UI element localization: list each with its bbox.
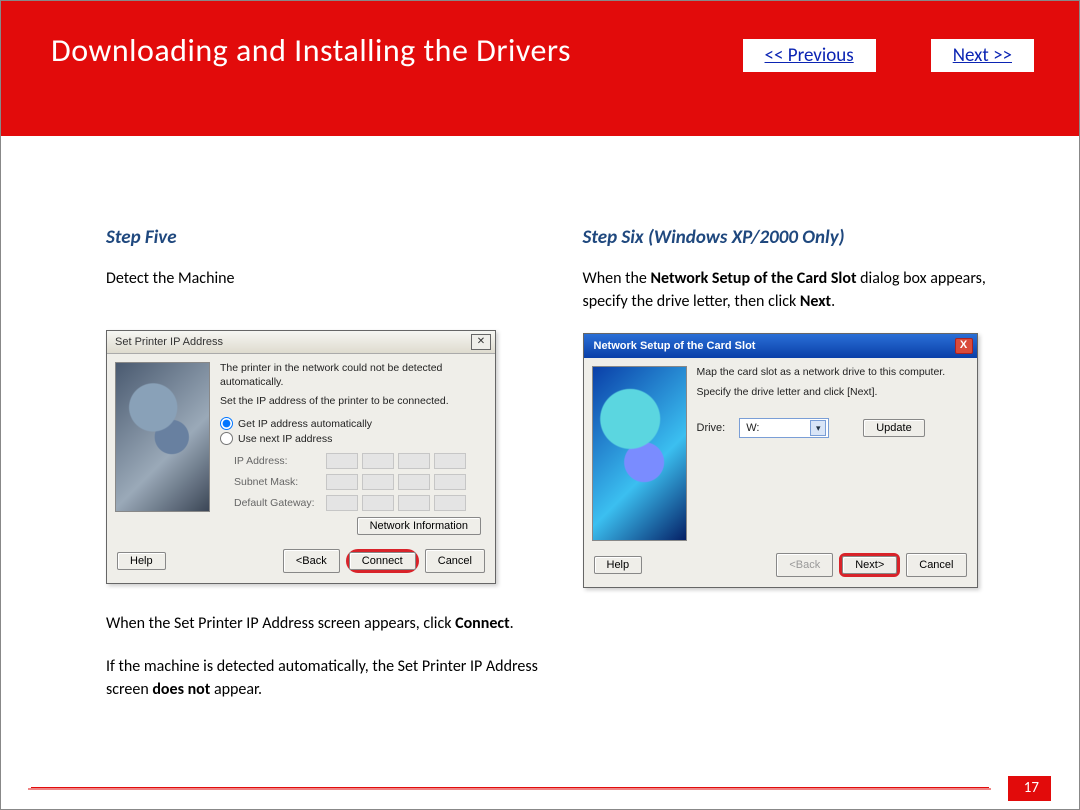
radio-auto-ip[interactable]: Get IP address automatically <box>220 417 485 430</box>
chevron-down-icon[interactable]: ▾ <box>810 420 826 436</box>
help-button[interactable]: Help <box>594 556 643 574</box>
column-right: Step Six (Windows XP/2000 Only) When the… <box>583 226 1030 722</box>
default-gateway-field[interactable] <box>326 495 466 511</box>
radio-manual-ip-input[interactable] <box>220 432 233 445</box>
step-six-title: Step Six (Windows XP/2000 Only) <box>583 226 1030 249</box>
dialog-title-text: Network Setup of the Card Slot <box>594 340 756 352</box>
drive-value: W: <box>746 422 759 434</box>
back-button[interactable]: <Back <box>283 549 340 573</box>
radio-auto-ip-label: Get IP address automatically <box>238 418 372 430</box>
radio-manual-ip[interactable]: Use next IP address <box>220 432 485 445</box>
ip-address-field[interactable] <box>326 453 466 469</box>
drive-select[interactable]: W: ▾ <box>739 418 829 438</box>
cancel-button[interactable]: Cancel <box>906 553 966 577</box>
nav-links: << Previous Next >> <box>743 39 1034 72</box>
step-five-intro: Detect the Machine <box>106 267 553 290</box>
next-link[interactable]: Next >> <box>931 39 1034 72</box>
step-five-after-1: When the Set Printer IP Address screen a… <box>106 612 553 635</box>
radio-auto-ip-input[interactable] <box>220 417 233 430</box>
help-button[interactable]: Help <box>117 552 166 570</box>
back-button: <Back <box>776 553 833 577</box>
header: Downloading and Installing the Drivers <… <box>1 1 1079 136</box>
step-five-after-2: If the machine is detected automatically… <box>106 655 553 701</box>
dialog-side-image <box>115 362 210 512</box>
dialog-titlebar: Set Printer IP Address ✕ <box>107 331 495 354</box>
network-setup-card-slot-dialog: Network Setup of the Card Slot X Map the… <box>583 333 978 588</box>
step-five-title: Step Five <box>106 226 553 249</box>
next-button[interactable]: Next> <box>842 556 897 574</box>
dialog-text-line1: The printer in the network could not be … <box>220 362 485 389</box>
cancel-button[interactable]: Cancel <box>425 549 485 573</box>
dialog-title-text: Set Printer IP Address <box>115 336 223 348</box>
page-number: 17 <box>1008 776 1051 801</box>
subnet-mask-field[interactable] <box>326 474 466 490</box>
content: Step Five Detect the Machine Set Printer… <box>1 136 1079 722</box>
default-gateway-label: Default Gateway: <box>234 497 326 509</box>
dialog-text-line2: Specify the drive letter and click [Next… <box>697 386 967 400</box>
close-icon[interactable]: ✕ <box>471 334 491 350</box>
network-information-button[interactable]: Network Information <box>357 517 481 535</box>
dialog-text-line2: Set the IP address of the printer to be … <box>220 395 485 409</box>
ip-address-label: IP Address: <box>234 455 326 467</box>
close-icon[interactable]: X <box>955 338 973 354</box>
radio-manual-ip-label: Use next IP address <box>238 433 332 445</box>
next-highlight: Next> <box>839 553 900 577</box>
step-six-intro: When the Network Setup of the Card Slot … <box>583 267 1030 313</box>
dialog-titlebar: Network Setup of the Card Slot X <box>584 334 977 358</box>
connect-highlight: Connect <box>346 549 419 573</box>
update-button[interactable]: Update <box>863 419 924 437</box>
dialog-text-line1: Map the card slot as a network drive to … <box>697 366 967 380</box>
connect-button[interactable]: Connect <box>349 552 416 570</box>
dialog-side-image <box>592 366 687 541</box>
page-title: Downloading and Installing the Drivers <box>51 31 571 70</box>
subnet-mask-label: Subnet Mask: <box>234 476 326 488</box>
previous-link[interactable]: << Previous <box>743 39 876 72</box>
drive-label: Drive: <box>697 422 726 434</box>
set-printer-ip-dialog: Set Printer IP Address ✕ The printer in … <box>106 330 496 584</box>
column-left: Step Five Detect the Machine Set Printer… <box>106 226 553 722</box>
